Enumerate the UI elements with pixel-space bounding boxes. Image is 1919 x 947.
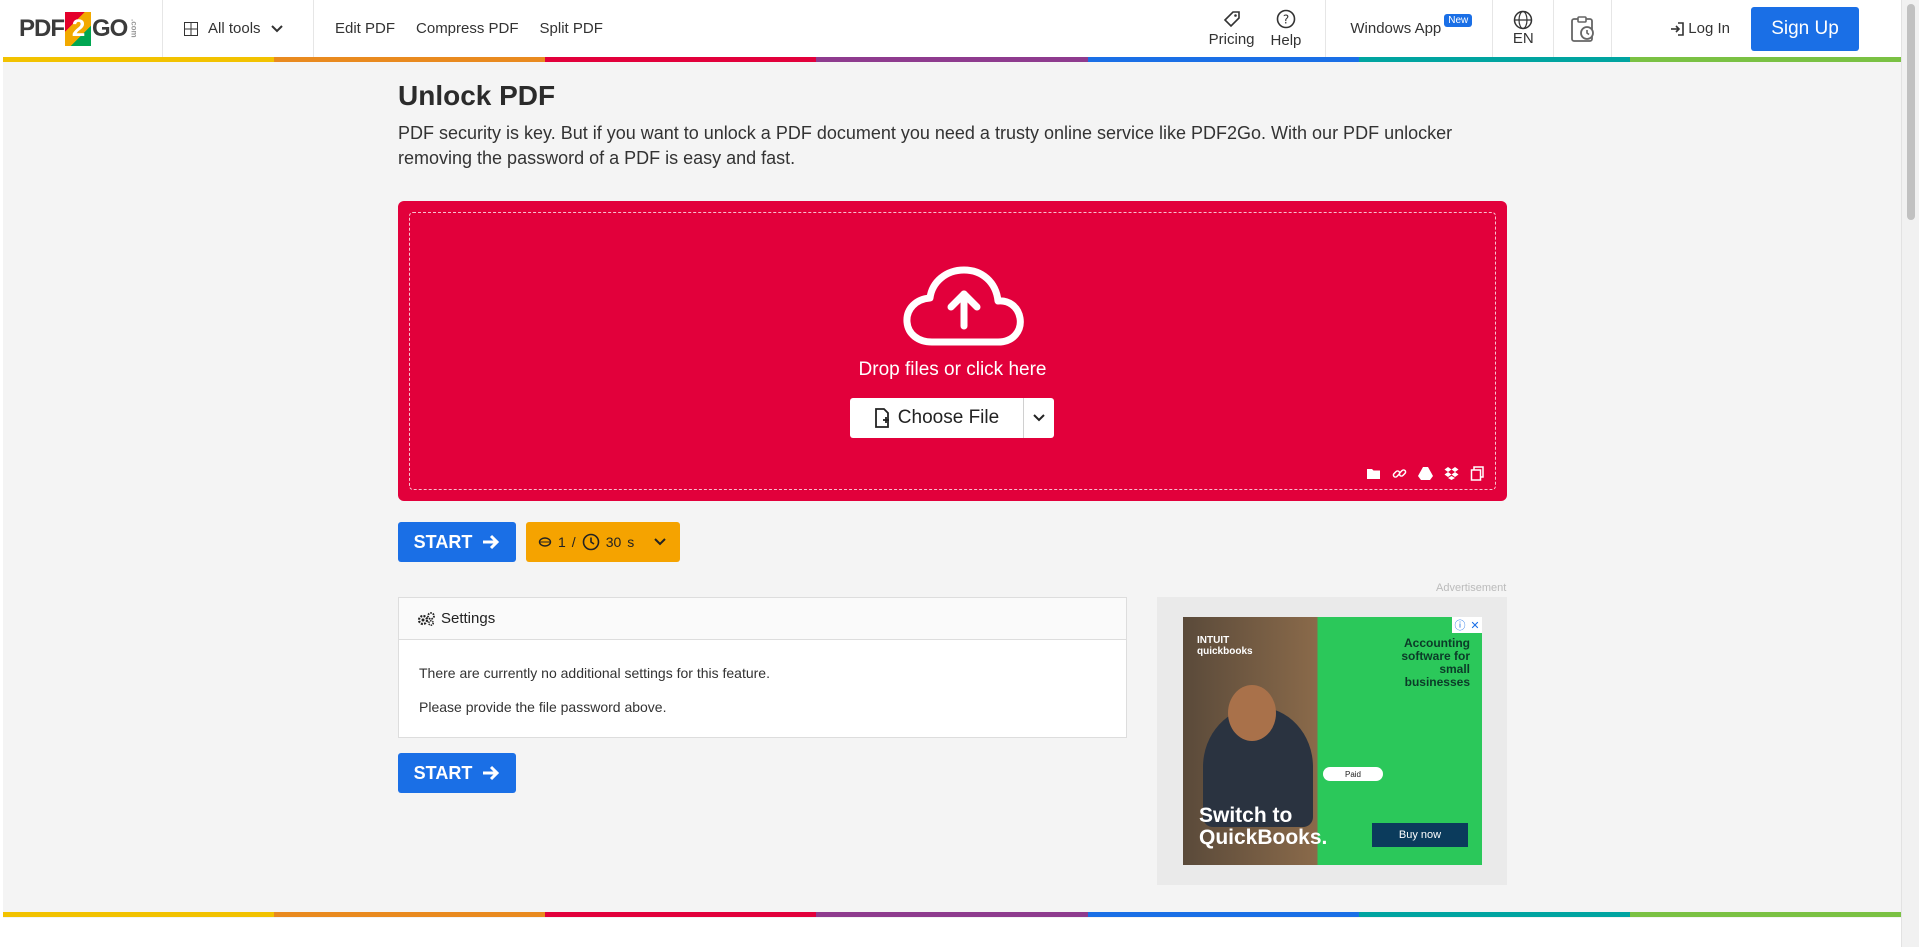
coin-icon <box>538 537 552 547</box>
file-dropzone[interactable]: Drop files or click here Choose File <box>398 201 1507 501</box>
ad-headline: Switch to QuickBooks. <box>1199 805 1327 849</box>
logo-text-right: GO <box>92 14 128 42</box>
ad-person-face <box>1228 685 1276 741</box>
vertical-scrollbar[interactable] <box>1901 0 1919 947</box>
login-icon <box>1671 21 1685 36</box>
settings-note-2: Please provide the file password above. <box>419 699 667 715</box>
logo-suffix: .com <box>129 19 139 38</box>
logo-text-left: PDF <box>19 14 65 42</box>
pricing-label: Pricing <box>1208 30 1255 48</box>
nav-compress-pdf[interactable]: Compress PDF <box>416 20 519 37</box>
ad-brand-line1: INTUIT <box>1197 635 1230 646</box>
signup-button[interactable]: Sign Up <box>1751 6 1859 51</box>
file-add-icon <box>874 408 889 428</box>
nav-edit-pdf[interactable]: Edit PDF <box>335 20 395 37</box>
settings-panel: Settings There are currently no addition… <box>398 597 1127 738</box>
cloud-upload-icon <box>903 266 1024 346</box>
quickbooks-ad[interactable]: INTUIT quickbooks Accounting software fo… <box>1183 617 1482 865</box>
page-edge <box>0 0 3 947</box>
google-drive-icon[interactable] <box>1418 466 1433 481</box>
clock-icon <box>582 533 599 551</box>
link-icon[interactable] <box>1392 466 1407 481</box>
ad-buy-now-button[interactable]: Buy now <box>1372 823 1468 847</box>
ad-brand: INTUIT quickbooks <box>1197 635 1253 657</box>
ad-headline-line2: QuickBooks. <box>1199 826 1328 849</box>
help-link[interactable]: ? Help <box>1270 9 1302 49</box>
page-description: PDF security is key. But if you want to … <box>398 123 1453 168</box>
ad-paid-chip: Paid <box>1323 767 1383 781</box>
ad-close-controls[interactable]: ⓘ ✕ <box>1452 617 1482 633</box>
scrollbar-thumb[interactable] <box>1907 4 1915 220</box>
footer-area <box>3 918 1901 947</box>
upload-sources <box>1366 466 1485 481</box>
choose-file-label: Choose File <box>897 407 1000 428</box>
logo-text-mid: 2 <box>65 11 91 46</box>
settings-heading: Settings <box>441 610 496 627</box>
choose-file-group: Choose File <box>850 398 1054 438</box>
settings-note-1: There are currently no additional settin… <box>419 665 770 681</box>
svg-text:?: ? <box>1283 12 1289 26</box>
history-button[interactable] <box>1554 15 1611 43</box>
tag-icon <box>1223 10 1240 27</box>
credits-separator: / <box>571 534 576 550</box>
chevron-down-icon <box>654 538 666 546</box>
ad-tagline: Accounting software for small businesses <box>1401 636 1470 689</box>
new-badge: New <box>1444 14 1473 27</box>
credits-time: 30 <box>605 534 622 550</box>
all-tools-label: All tools <box>208 20 261 37</box>
clipboard-icon[interactable] <box>1470 466 1485 481</box>
windows-app-label: Windows App <box>1350 20 1442 37</box>
start-label: START <box>413 762 473 783</box>
login-label: Log In <box>1688 20 1730 37</box>
header-divider <box>1611 0 1613 57</box>
choose-file-dropdown[interactable] <box>1024 398 1054 438</box>
ad-headline-line1: Switch to <box>1199 804 1293 827</box>
rainbow-stripe-bottom <box>3 912 1901 917</box>
credits-cost-dropdown[interactable]: 1 / 30 s <box>526 522 680 562</box>
top-navbar: PDF 2 GO .com All tools Edit PDF Compress P… <box>3 0 1901 57</box>
clipboard-clock-icon <box>1570 15 1594 42</box>
settings-body: There are currently no additional settin… <box>399 640 1126 740</box>
credits-unit: s <box>627 534 635 550</box>
arrow-right-icon <box>483 765 500 781</box>
help-label: Help <box>1270 31 1302 49</box>
ad-brand-line2: quickbooks <box>1197 646 1253 657</box>
pricing-link[interactable]: Pricing <box>1209 10 1255 48</box>
folder-icon[interactable] <box>1366 466 1381 481</box>
page-title: Unlock PDF <box>398 80 556 111</box>
chevron-down-icon <box>1033 414 1045 422</box>
advertisement-label: Advertisement <box>1436 582 1507 594</box>
grid-icon <box>184 21 198 36</box>
nav-split-pdf[interactable]: Split PDF <box>540 20 603 37</box>
close-icon[interactable]: ✕ <box>1470 619 1479 632</box>
start-button-top[interactable]: START <box>398 522 516 562</box>
start-button-bottom[interactable]: START <box>398 753 516 793</box>
start-label: START <box>413 531 473 552</box>
all-tools-menu[interactable]: All tools <box>163 0 314 57</box>
globe-icon <box>1514 10 1533 30</box>
help-circle-icon: ? <box>1276 9 1296 28</box>
rainbow-stripe-top <box>3 57 1901 62</box>
dropbox-icon[interactable] <box>1444 466 1459 481</box>
dropzone-border: Drop files or click here Choose File <box>409 212 1496 490</box>
login-link[interactable]: Log In <box>1670 20 1730 37</box>
choose-file-button[interactable]: Choose File <box>850 398 1024 438</box>
gears-icon <box>417 611 435 626</box>
pdf2go-logo[interactable]: PDF 2 GO .com <box>3 0 163 57</box>
arrow-right-icon <box>483 534 500 550</box>
windows-app-link[interactable]: Windows App New <box>1326 14 1492 37</box>
chevron-down-icon <box>270 24 283 32</box>
dropzone-prompt: Drop files or click here <box>858 359 1047 380</box>
ad-info-icon[interactable]: ⓘ <box>1454 617 1465 633</box>
language-selector[interactable]: EN <box>1493 10 1553 47</box>
language-label: EN <box>1512 30 1534 47</box>
settings-header: Settings <box>399 598 1126 640</box>
credits-count: 1 <box>558 534 566 550</box>
